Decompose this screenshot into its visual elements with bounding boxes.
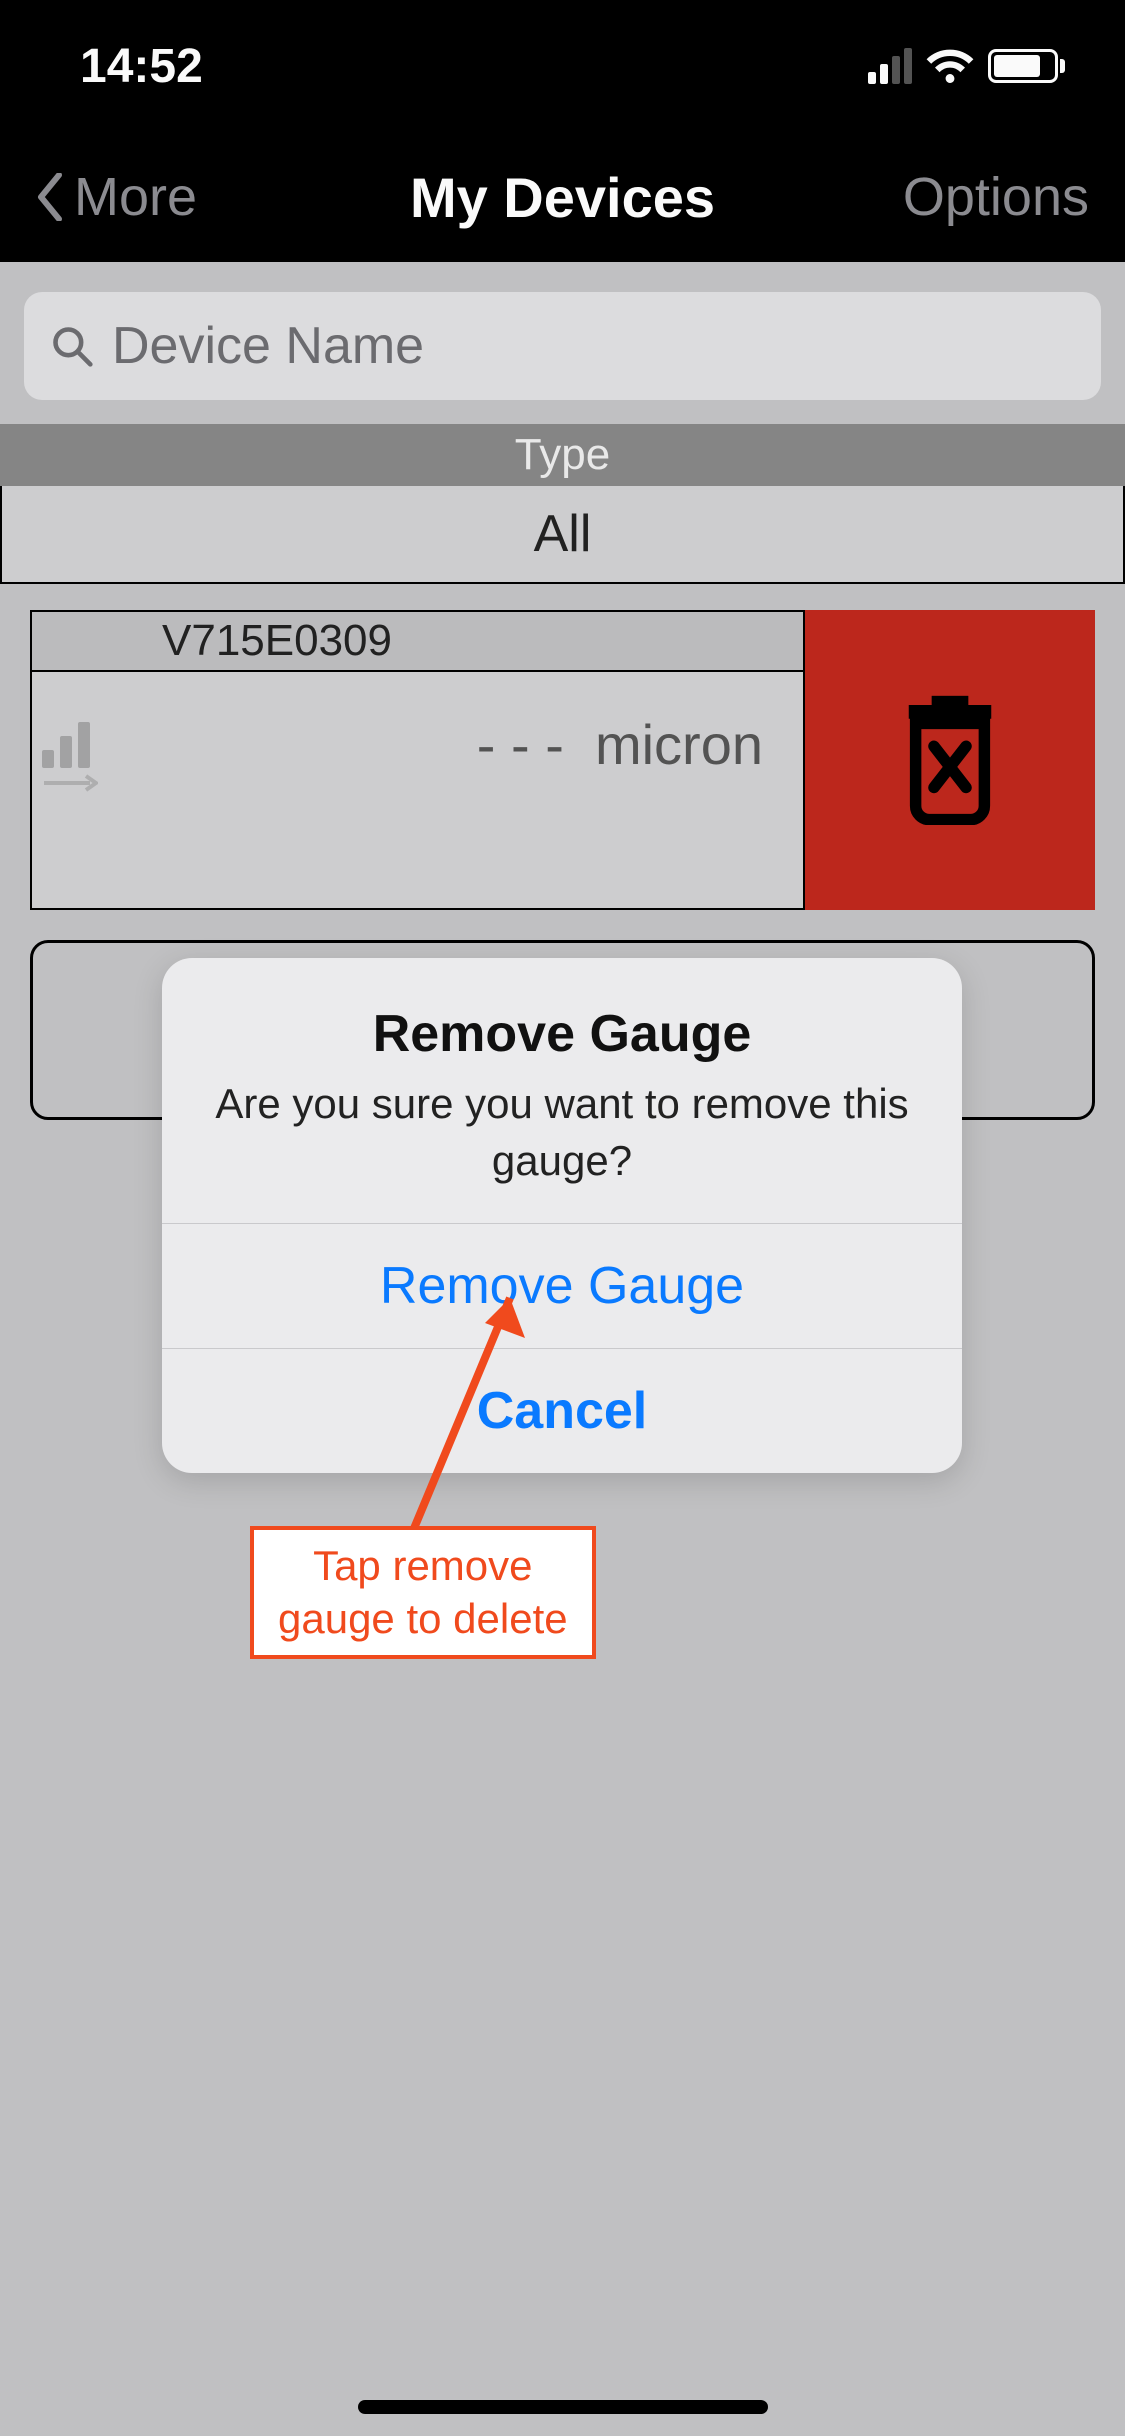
remove-gauge-alert: Remove Gauge Are you sure you want to re… bbox=[162, 958, 962, 1473]
remove-gauge-button[interactable]: Remove Gauge bbox=[162, 1223, 962, 1348]
alert-message: Are you sure you want to remove this gau… bbox=[202, 1076, 922, 1189]
alert-header: Remove Gauge Are you sure you want to re… bbox=[162, 958, 962, 1223]
alert-title: Remove Gauge bbox=[202, 1004, 922, 1064]
annotation-line2: gauge to delete bbox=[278, 1595, 568, 1642]
home-indicator[interactable] bbox=[358, 2400, 768, 2414]
annotation-line1: Tap remove bbox=[313, 1542, 532, 1589]
annotation-label: Tap remove gauge to delete bbox=[250, 1526, 596, 1659]
cancel-button[interactable]: Cancel bbox=[162, 1348, 962, 1473]
